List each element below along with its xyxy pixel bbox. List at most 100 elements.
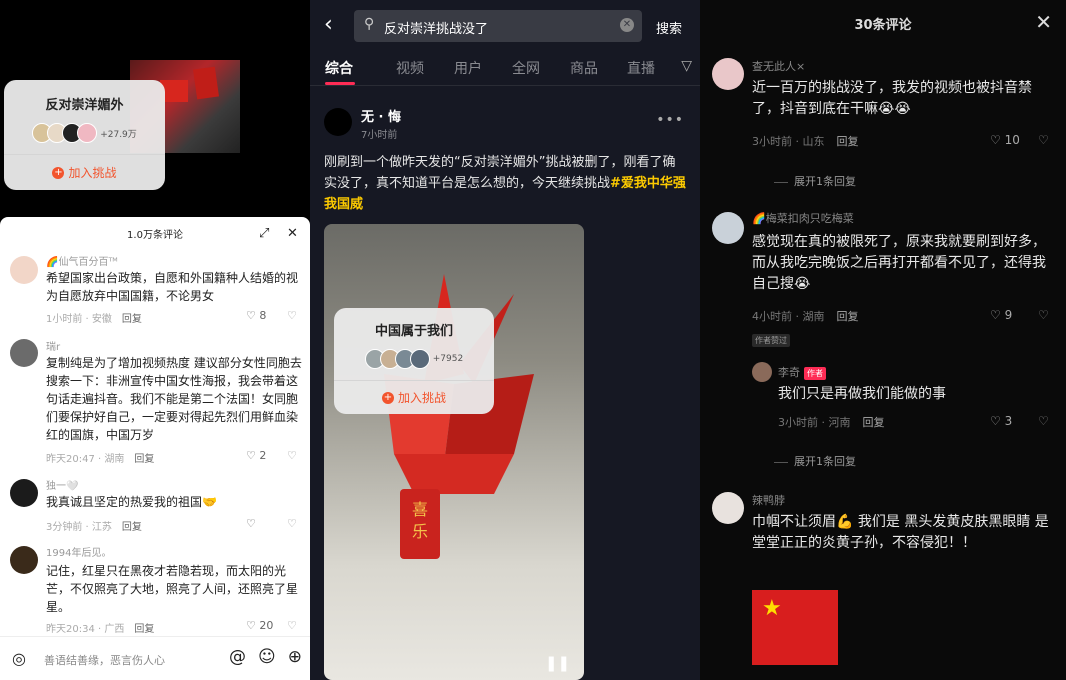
reply-author: 李奇 作者: [778, 364, 826, 380]
comment-author[interactable]: 🌈梅菜扣肉只吃梅菜: [752, 210, 854, 226]
challenge-title: 中国属于我们: [374, 324, 453, 339]
comment-author[interactable]: 瑞r: [46, 338, 60, 353]
add-icon[interactable]: ⊕: [288, 647, 302, 667]
tab-users[interactable]: 用户: [454, 58, 482, 78]
comment-text: 我真诚且坚定的热爱我的祖国🤝: [46, 495, 217, 509]
comment-meta: 3分钟前 · 江苏 回复: [46, 518, 142, 533]
flag-image[interactable]: ★: [752, 590, 838, 665]
like-count: 20: [259, 619, 274, 632]
avatar[interactable]: [10, 479, 38, 507]
avatar[interactable]: [10, 546, 38, 574]
reply-button[interactable]: 回复: [122, 522, 142, 533]
dislike-icon[interactable]: ♡: [1038, 308, 1049, 322]
comment-meta: 3小时前 · 河南 回复: [778, 414, 885, 430]
mention-icon[interactable]: @: [229, 647, 246, 667]
comment-time: 3小时前 · 山东: [752, 135, 825, 148]
pause-icon[interactable]: ❚❚: [545, 654, 570, 672]
avatar[interactable]: [10, 256, 38, 284]
comment-author[interactable]: 🌈仙气百分百ᵀᴹ: [46, 253, 118, 268]
tab-live[interactable]: 直播: [627, 58, 655, 78]
expand-replies-button[interactable]: 展开1条回复: [774, 173, 856, 189]
emoji-icon[interactable]: ☺: [258, 647, 276, 667]
back-icon[interactable]: ‹: [324, 12, 333, 37]
reply-button[interactable]: 回复: [134, 624, 154, 635]
post-time: 7小时前: [361, 130, 398, 141]
comment-input[interactable]: 善语结善缘，恶言伤人心: [44, 652, 165, 668]
tab-products[interactable]: 商品: [570, 58, 598, 78]
expand-icon[interactable]: ⤢: [259, 226, 269, 241]
post-text: 刚刷到一个做昨天发的“反对崇洋媚外”挑战被删了，刚看了确实没了，真不知道平台是怎…: [324, 152, 686, 215]
challenge-card[interactable]: 反对崇洋媚外 +27.9万 + 加入挑战: [4, 80, 165, 190]
post-video[interactable]: 喜乐 中国属于我们 +7952 + 加入挑战 ❚❚: [324, 224, 584, 680]
expand-replies-button[interactable]: 展开1条回复: [774, 453, 856, 469]
dislike-icon[interactable]: ♡: [287, 619, 297, 632]
join-label: 加入挑战: [397, 391, 446, 405]
comment-text: 希望国家出台政策，自愿和外国籍种人结婚的视为自愿放弃中国国籍，不论男女: [46, 271, 299, 303]
search-button[interactable]: 搜索: [656, 18, 682, 37]
reply-button[interactable]: 回复: [134, 454, 154, 465]
like-button[interactable]: ♡ 20: [246, 619, 273, 632]
reply-button[interactable]: 回复: [863, 416, 885, 429]
like-button[interactable]: ♡ 10: [990, 133, 1020, 147]
active-tab-indicator: [325, 82, 355, 85]
avatar[interactable]: [712, 212, 744, 244]
input-tools: @ ☺ ⊕: [229, 647, 302, 667]
like-count: 3: [1004, 414, 1013, 428]
dislike-icon[interactable]: ♡: [287, 309, 297, 322]
avatar: [77, 123, 98, 143]
dislike-icon[interactable]: ♡: [1038, 133, 1049, 147]
comment-count-title: 1.0万条评论: [127, 230, 183, 241]
avatar[interactable]: [324, 108, 352, 136]
like-button[interactable]: ♡ 3: [990, 414, 1012, 428]
dislike-icon[interactable]: ♡: [287, 449, 297, 462]
comment-item: 独一🤍 我真诚且坚定的热爱我的祖国🤝 3分钟前 · 江苏 回复 ♡ ♡: [0, 477, 310, 537]
comment-author[interactable]: 1994年后见。: [46, 544, 111, 559]
reply-button[interactable]: 回复: [837, 135, 859, 148]
close-icon[interactable]: ✕: [1035, 10, 1052, 34]
reply-author-name[interactable]: 李奇: [778, 366, 800, 379]
filter-icon[interactable]: ▽: [681, 58, 692, 74]
comment-author[interactable]: 独一🤍: [46, 477, 78, 492]
close-icon[interactable]: ✕: [287, 226, 298, 241]
join-challenge-button[interactable]: + 加入挑战: [334, 380, 494, 414]
avatar[interactable]: [10, 339, 38, 367]
clear-icon[interactable]: ✕: [620, 18, 634, 32]
result-tabs: 综合 视频 用户 全网 商品 直播 ▽: [310, 52, 700, 86]
avatar[interactable]: [752, 362, 772, 382]
participant-avatars: +27.9万: [4, 123, 165, 143]
avatar[interactable]: [712, 492, 744, 524]
comment-meta: 1小时前 · 安徽 回复: [46, 310, 142, 325]
plus-icon: +: [381, 391, 394, 404]
participant-count: +7952: [432, 354, 464, 364]
more-icon[interactable]: •••: [656, 112, 684, 128]
comment-item: 🌈仙气百分百ᵀᴹ 希望国家出台政策，自愿和外国籍种人结婚的视为自愿放弃中国国籍，…: [0, 250, 310, 340]
like-button[interactable]: ♡ 9: [990, 308, 1012, 322]
avatar[interactable]: [712, 58, 744, 90]
tab-all[interactable]: 综合: [325, 58, 353, 78]
sheet-header: 1.0万条评论 ⤢ ✕: [0, 217, 310, 250]
comment-meta: 昨天20:47 · 湖南 回复: [46, 450, 154, 465]
post-author[interactable]: 无 · 悔: [361, 106, 401, 125]
reply-button[interactable]: 回复: [837, 310, 859, 323]
like-button[interactable]: ♡ 8: [246, 309, 266, 322]
like-button[interactable]: ♡: [246, 517, 256, 530]
reply-button[interactable]: 回复: [122, 314, 142, 325]
challenge-card[interactable]: 中国属于我们 +7952 + 加入挑战: [334, 308, 494, 414]
tab-web[interactable]: 全网: [512, 58, 540, 78]
search-input[interactable]: 反对崇洋挑战没了: [384, 18, 488, 37]
like-count: 8: [259, 309, 267, 322]
comment-item: 1994年后见。 记住，红星只在黑夜才若隐若现，而太阳的光芒，不仅照亮了大地，照…: [0, 544, 310, 635]
camera-icon[interactable]: ◎: [12, 649, 26, 668]
author-tag: 作者: [804, 366, 826, 380]
comment-author[interactable]: 辣鸭脖: [752, 492, 785, 508]
dislike-icon[interactable]: ♡: [1038, 414, 1049, 428]
right-screenshot: 30条评论 ✕ 查无此人× 近一百万的挑战没了，我发的视频也被抖音禁了，抖音到底…: [700, 0, 1066, 680]
like-button[interactable]: ♡ 2: [246, 449, 266, 462]
comment-count-title: 30条评论: [854, 18, 912, 33]
dislike-icon[interactable]: ♡: [287, 517, 297, 530]
search-icon: ⚲: [364, 16, 375, 32]
comment-author[interactable]: 查无此人×: [752, 58, 805, 74]
tab-videos[interactable]: 视频: [396, 58, 424, 78]
join-challenge-button[interactable]: + 加入挑战: [4, 154, 165, 190]
search-box[interactable]: ⚲ 反对崇洋挑战没了 ✕: [354, 10, 642, 42]
